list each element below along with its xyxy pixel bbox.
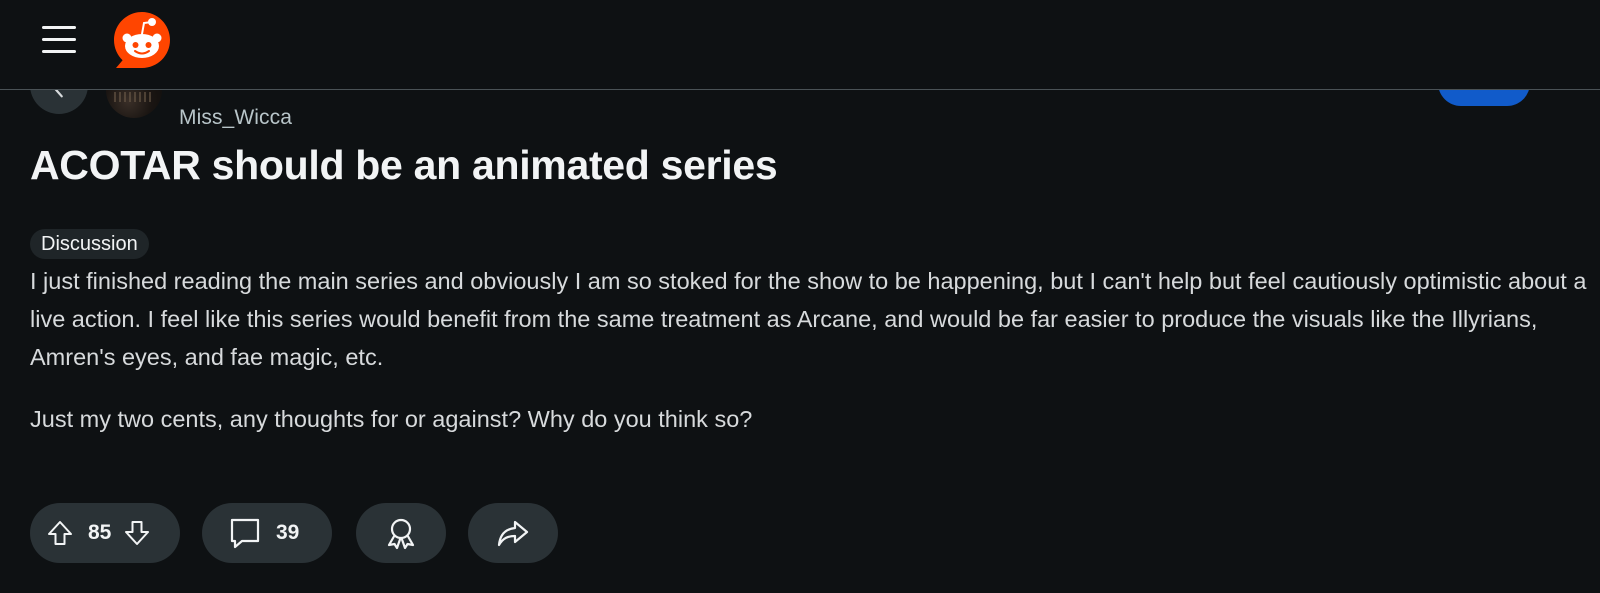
post-flair[interactable]: Discussion [30, 229, 149, 259]
flair-label: Discussion [41, 232, 138, 255]
share-button[interactable] [468, 503, 558, 563]
vote-score: 85 [88, 521, 112, 544]
post-title[interactable]: ACOTAR should be an animated series [30, 142, 778, 189]
post-body-paragraph: I just finished reading the main series … [30, 268, 1587, 370]
comments-button[interactable]: 39 [202, 503, 332, 563]
post-body: I just finished reading the main series … [30, 262, 1590, 438]
award-ribbon-icon [384, 516, 418, 550]
award-button[interactable] [356, 503, 446, 563]
share-arrow-icon [496, 516, 530, 550]
reddit-logo-icon[interactable] [110, 8, 174, 72]
top-navigation-bar [0, 0, 1600, 90]
post-body-paragraph: Just my two cents, any thoughts for or a… [30, 406, 753, 432]
post-page: Miss_Wicca Join ACOTAR should be an anim… [0, 0, 1600, 593]
upvote-arrow-icon[interactable] [46, 519, 74, 547]
vote-bar: 85 [30, 503, 180, 563]
comment-bubble-icon [228, 516, 262, 550]
post-author[interactable]: Miss_Wicca [179, 106, 292, 130]
hamburger-menu-icon[interactable] [42, 24, 78, 54]
comment-count: 39 [276, 521, 300, 544]
downvote-arrow-icon[interactable] [123, 519, 151, 547]
